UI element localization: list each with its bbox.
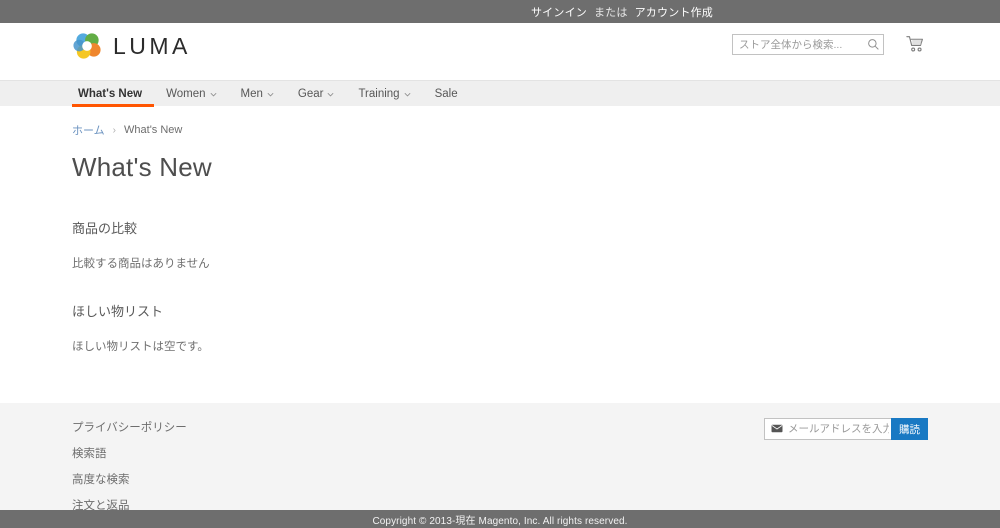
newsletter-signup: 購読 [764,418,928,440]
site-header: LUMA [0,23,1000,80]
breadcrumb-separator-icon: › [112,124,117,136]
copyright-bar: Copyright © 2013-現在 Magento, Inc. All ri… [0,510,1000,528]
sign-in-link[interactable]: サインイン [531,4,587,20]
envelope-icon [771,420,783,438]
footer-link[interactable]: 検索語 [72,448,107,460]
breadcrumb-current: What's New [124,124,183,136]
search-input[interactable] [732,34,884,55]
nav-item-label: Training [358,88,400,100]
sidebar-blocks: 商品の比較比較する商品はありません ほしい物リストほしい物リストは空です。 [70,218,930,354]
breadcrumb: ホーム › What's New [70,122,930,138]
chevron-down-icon [267,91,274,98]
account-links-separator: または [593,6,628,19]
sidebar-block-title: ほしい物リスト [72,304,164,319]
nav-item-label: Men [240,88,263,100]
chevron-down-icon [327,91,334,98]
newsletter-email-input[interactable] [783,422,891,436]
top-utility-bar: サインイン または アカウント作成 [0,0,1000,23]
site-footer: プライバシーポリシー検索語高度な検索注文と返品お問い合わせ 購読 [0,403,1000,528]
nav-item-gear[interactable]: Gear [286,81,347,107]
search-icon[interactable] [866,37,881,52]
create-account-link[interactable]: アカウント作成 [635,4,713,20]
chevron-down-icon [404,91,411,98]
luma-flower-logo-icon [72,31,103,62]
nav-item-label: Women [166,88,206,100]
footer-link[interactable]: プライバシーポリシー [72,422,187,434]
sidebar-block: 商品の比較比較する商品はありません [72,218,930,271]
chevron-down-icon [210,91,217,98]
breadcrumb-home-link[interactable]: ホーム [72,122,105,138]
account-links: サインイン または アカウント作成 [531,4,713,20]
footer-link[interactable]: 高度な検索 [72,474,130,486]
footer-list-item: 高度な検索 [72,470,930,488]
newsletter-field-wrap [764,418,891,440]
nav-item-label: What's New [78,88,143,100]
nav-item-men[interactable]: Men [229,81,286,107]
copyright-text: Copyright © 2013-現在 Magento, Inc. All ri… [372,515,628,527]
nav-item-training[interactable]: Training [346,81,422,107]
search-box [732,34,884,55]
main-content: ホーム › What's New What's New 商品の比較比較する商品は… [70,106,930,354]
sidebar-block-empty-text: 比較する商品はありません [72,258,210,270]
page-title: What's New [72,152,212,182]
luma-storefront-page: サインイン または アカウント作成 LUMA ストア全体から検索... What… [0,0,1000,528]
nav-item-label: Gear [297,88,324,100]
nav-item-women[interactable]: Women [154,81,228,107]
logo-link[interactable]: LUMA [72,31,191,62]
main-navigation: What's New Women Men Gear Training Sale [0,80,1000,107]
nav-item-label: Sale [434,88,458,100]
footer-list-item: 検索語 [72,444,930,462]
nav-item-sale[interactable]: Sale [423,81,470,107]
sidebar-block-title: 商品の比較 [72,221,138,236]
shopping-cart-icon[interactable] [902,32,928,56]
logo-text: LUMA [113,33,191,59]
newsletter-subscribe-button[interactable]: 購読 [891,418,928,440]
sidebar-block: ほしい物リストほしい物リストは空です。 [72,301,930,354]
sidebar-block-empty-text: ほしい物リストは空です。 [72,341,209,353]
nav-item-what-s-new[interactable]: What's New [72,81,155,107]
